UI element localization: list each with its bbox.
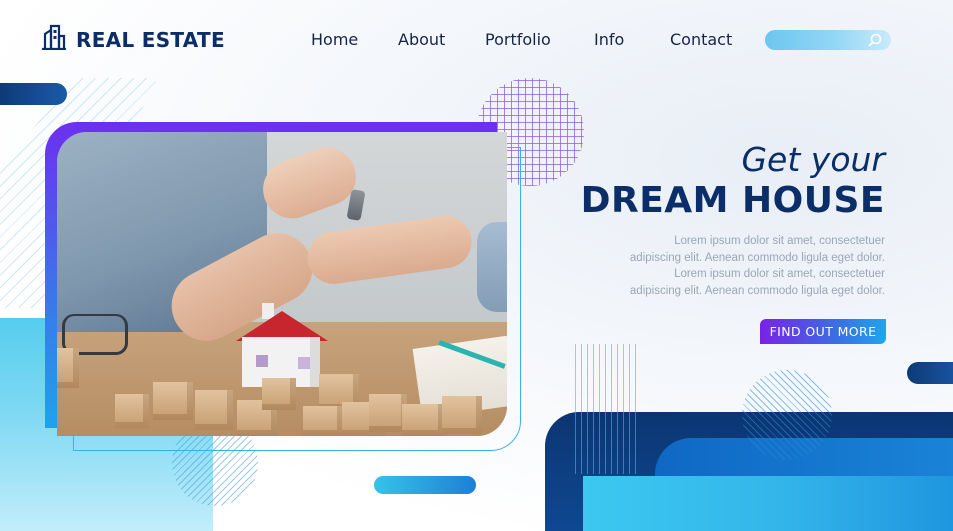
nav-item-info[interactable]: Info	[594, 30, 624, 49]
nav-item-about[interactable]: About	[398, 30, 445, 49]
nav-item-contact[interactable]: Contact	[670, 30, 732, 49]
brand-logo[interactable]: REAL ESTATE	[40, 24, 225, 55]
hero-title: DREAM HOUSE	[580, 180, 885, 221]
building-icon	[40, 24, 68, 55]
find-out-more-button[interactable]: FIND OUT MORE	[760, 319, 886, 344]
nav-item-portfolio[interactable]: Portfolio	[485, 30, 551, 49]
hero-tagline: Get your	[741, 140, 885, 179]
search-input[interactable]	[765, 30, 891, 50]
vertical-lines-decoration	[575, 344, 641, 474]
bottom-pill-decoration	[374, 476, 476, 494]
right-bar-decoration	[907, 362, 953, 384]
left-bar-decoration	[0, 83, 67, 105]
landing-page: REAL ESTATE Home About Portfolio Info Co…	[0, 0, 953, 531]
search-icon[interactable]	[867, 32, 883, 48]
hatched-circle-decoration	[742, 370, 832, 460]
hero-body-text: Lorem ipsum dolor sit amet, consectetuer…	[629, 235, 885, 297]
brand-name: REAL ESTATE	[76, 27, 225, 52]
hero-photo	[57, 132, 507, 436]
nav-item-home[interactable]: Home	[311, 30, 358, 49]
light-blue-block-decoration	[583, 476, 953, 531]
house-model	[236, 303, 328, 387]
